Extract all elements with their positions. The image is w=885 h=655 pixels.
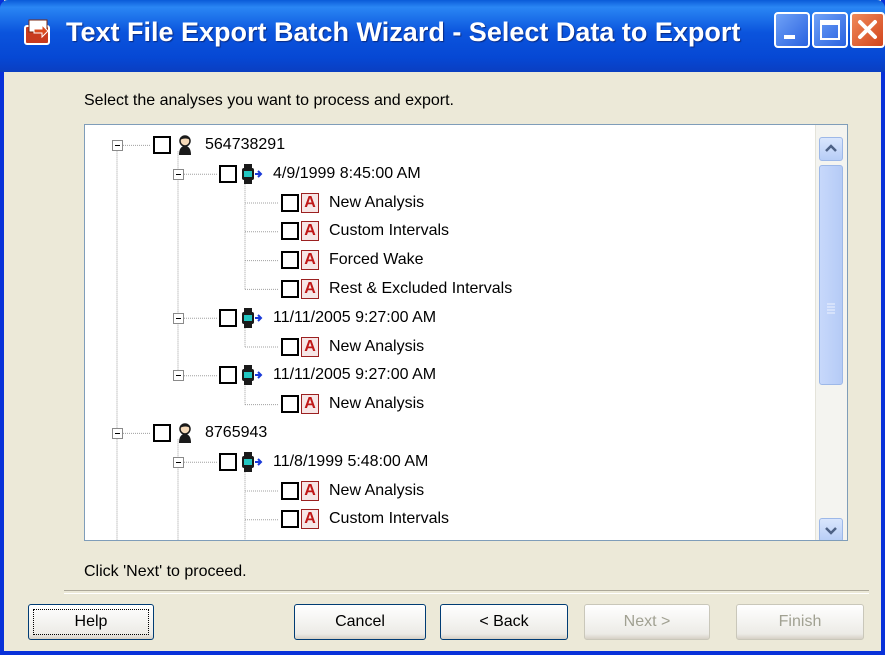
recording-row[interactable]: 11/11/2005 9:27:00 AM (219, 304, 436, 332)
analysis-label: New Analysis (329, 395, 425, 413)
chevron-up-icon (825, 144, 837, 152)
subject-label: 564738291 (205, 136, 286, 153)
next-label: Next > (623, 613, 671, 630)
scroll-up-button[interactable] (819, 137, 843, 161)
analysis-icon: A (301, 279, 319, 299)
back-label: < Back (479, 613, 529, 630)
analysis-label: New Analysis (329, 481, 425, 499)
analysis-icon: A (301, 221, 319, 242)
wizard-window: Text File Export Batch Wizard - Select D… (0, 0, 885, 655)
back-button[interactable]: < Back (440, 604, 568, 640)
collapse-toggle[interactable] (173, 370, 184, 382)
close-icon (858, 20, 877, 39)
analysis-row[interactable]: A New Analysis (281, 189, 424, 217)
help-button[interactable]: Help (28, 604, 154, 640)
finish-label: Finish (778, 613, 822, 630)
row-checkbox[interactable] (219, 308, 237, 327)
watch-icon (242, 163, 263, 184)
analysis-label: Custom Intervals (329, 222, 450, 240)
subject-row[interactable]: 8765943 (153, 419, 267, 447)
next-button[interactable]: Next > (584, 604, 710, 640)
instruction-text: Select the analyses you want to process … (84, 92, 454, 109)
analysis-icon: A (301, 509, 319, 530)
recording-row[interactable]: 11/8/1999 5:48:00 AM (219, 448, 428, 476)
row-checkbox[interactable] (153, 424, 171, 442)
analysis-label: Custom Intervals (329, 510, 450, 528)
row-checkbox[interactable] (281, 395, 299, 414)
close-button[interactable] (850, 12, 885, 48)
recording-row[interactable]: 4/9/1999 8:45:00 AM (219, 160, 421, 188)
analysis-row[interactable]: A Forced Wake (281, 246, 424, 274)
collapse-toggle[interactable] (173, 456, 184, 468)
analysis-tree[interactable]: 564738291 4/9/1999 8:45:00 AM A New Analysi… (84, 124, 848, 541)
row-checkbox[interactable] (219, 164, 237, 183)
row-checkbox[interactable] (281, 337, 299, 356)
row-checkbox[interactable] (219, 452, 237, 471)
focus-rect (33, 609, 149, 635)
cancel-button[interactable]: Cancel (294, 604, 426, 640)
analysis-row[interactable]: A Rest & Excluded Intervals (281, 275, 512, 303)
collapse-toggle[interactable] (173, 168, 184, 180)
row-checkbox[interactable] (281, 222, 299, 241)
subject-label: 8765943 (205, 424, 268, 441)
analysis-icon: A (301, 336, 319, 357)
row-checkbox[interactable] (281, 280, 299, 298)
minimize-icon (784, 35, 795, 39)
analysis-icon: A (301, 394, 319, 415)
analysis-icon: A (301, 250, 319, 271)
analysis-label: New Analysis (329, 337, 425, 355)
watch-icon (242, 365, 263, 386)
row-checkbox[interactable] (153, 136, 171, 154)
row-checkbox[interactable] (281, 481, 299, 500)
analysis-row[interactable]: A New Analysis (281, 477, 424, 505)
collapse-toggle[interactable] (112, 139, 123, 151)
row-checkbox[interactable] (281, 251, 299, 270)
chevron-down-icon (825, 527, 837, 535)
watch-icon (242, 451, 263, 472)
analysis-label: Rest & Excluded Intervals (329, 280, 513, 297)
maximize-button[interactable] (812, 12, 848, 48)
export-app-icon (24, 19, 50, 45)
person-icon (179, 135, 191, 155)
collapse-toggle[interactable] (112, 427, 123, 439)
analysis-row[interactable]: A New Analysis (281, 390, 424, 418)
finish-button[interactable]: Finish (736, 604, 864, 640)
recording-label: 11/8/1999 5:48:00 AM (273, 452, 429, 470)
proceed-hint: Click 'Next' to proceed. (84, 563, 247, 580)
cancel-label: Cancel (335, 613, 385, 630)
row-checkbox[interactable] (219, 366, 237, 385)
analysis-label: Forced Wake (329, 251, 424, 269)
row-checkbox[interactable] (281, 510, 299, 529)
analysis-row[interactable]: A Custom Intervals (281, 505, 449, 533)
scroll-down-button[interactable] (819, 518, 843, 540)
title-bar[interactable]: Text File Export Batch Wizard - Select D… (0, 0, 885, 72)
scroll-thumb[interactable] (819, 165, 843, 385)
person-icon (179, 423, 191, 443)
collapse-toggle[interactable] (173, 312, 184, 324)
analysis-row[interactable]: A New Analysis (281, 333, 424, 361)
recording-row[interactable]: 11/11/2005 9:27:00 AM (219, 361, 436, 389)
analysis-label: New Analysis (329, 193, 425, 211)
recording-label: 11/11/2005 9:27:00 AM (273, 308, 437, 326)
subject-row[interactable]: 564738291 (153, 131, 285, 159)
analysis-icon: A (301, 192, 319, 213)
recording-label: 4/9/1999 8:45:00 AM (273, 164, 421, 182)
vertical-scrollbar[interactable] (815, 125, 847, 540)
minimize-button[interactable] (774, 12, 810, 48)
maximize-icon (820, 20, 840, 40)
analysis-icon: A (301, 480, 319, 501)
row-checkbox[interactable] (281, 193, 299, 212)
watch-icon (242, 307, 263, 328)
tree-connector-lines (116, 144, 279, 540)
divider (64, 590, 869, 594)
recording-label: 11/11/2005 9:27:00 AM (273, 366, 437, 384)
analysis-row[interactable]: A Custom Intervals (281, 217, 449, 245)
grip-icon (827, 303, 835, 314)
window-title: Text File Export Batch Wizard - Select D… (66, 17, 741, 47)
